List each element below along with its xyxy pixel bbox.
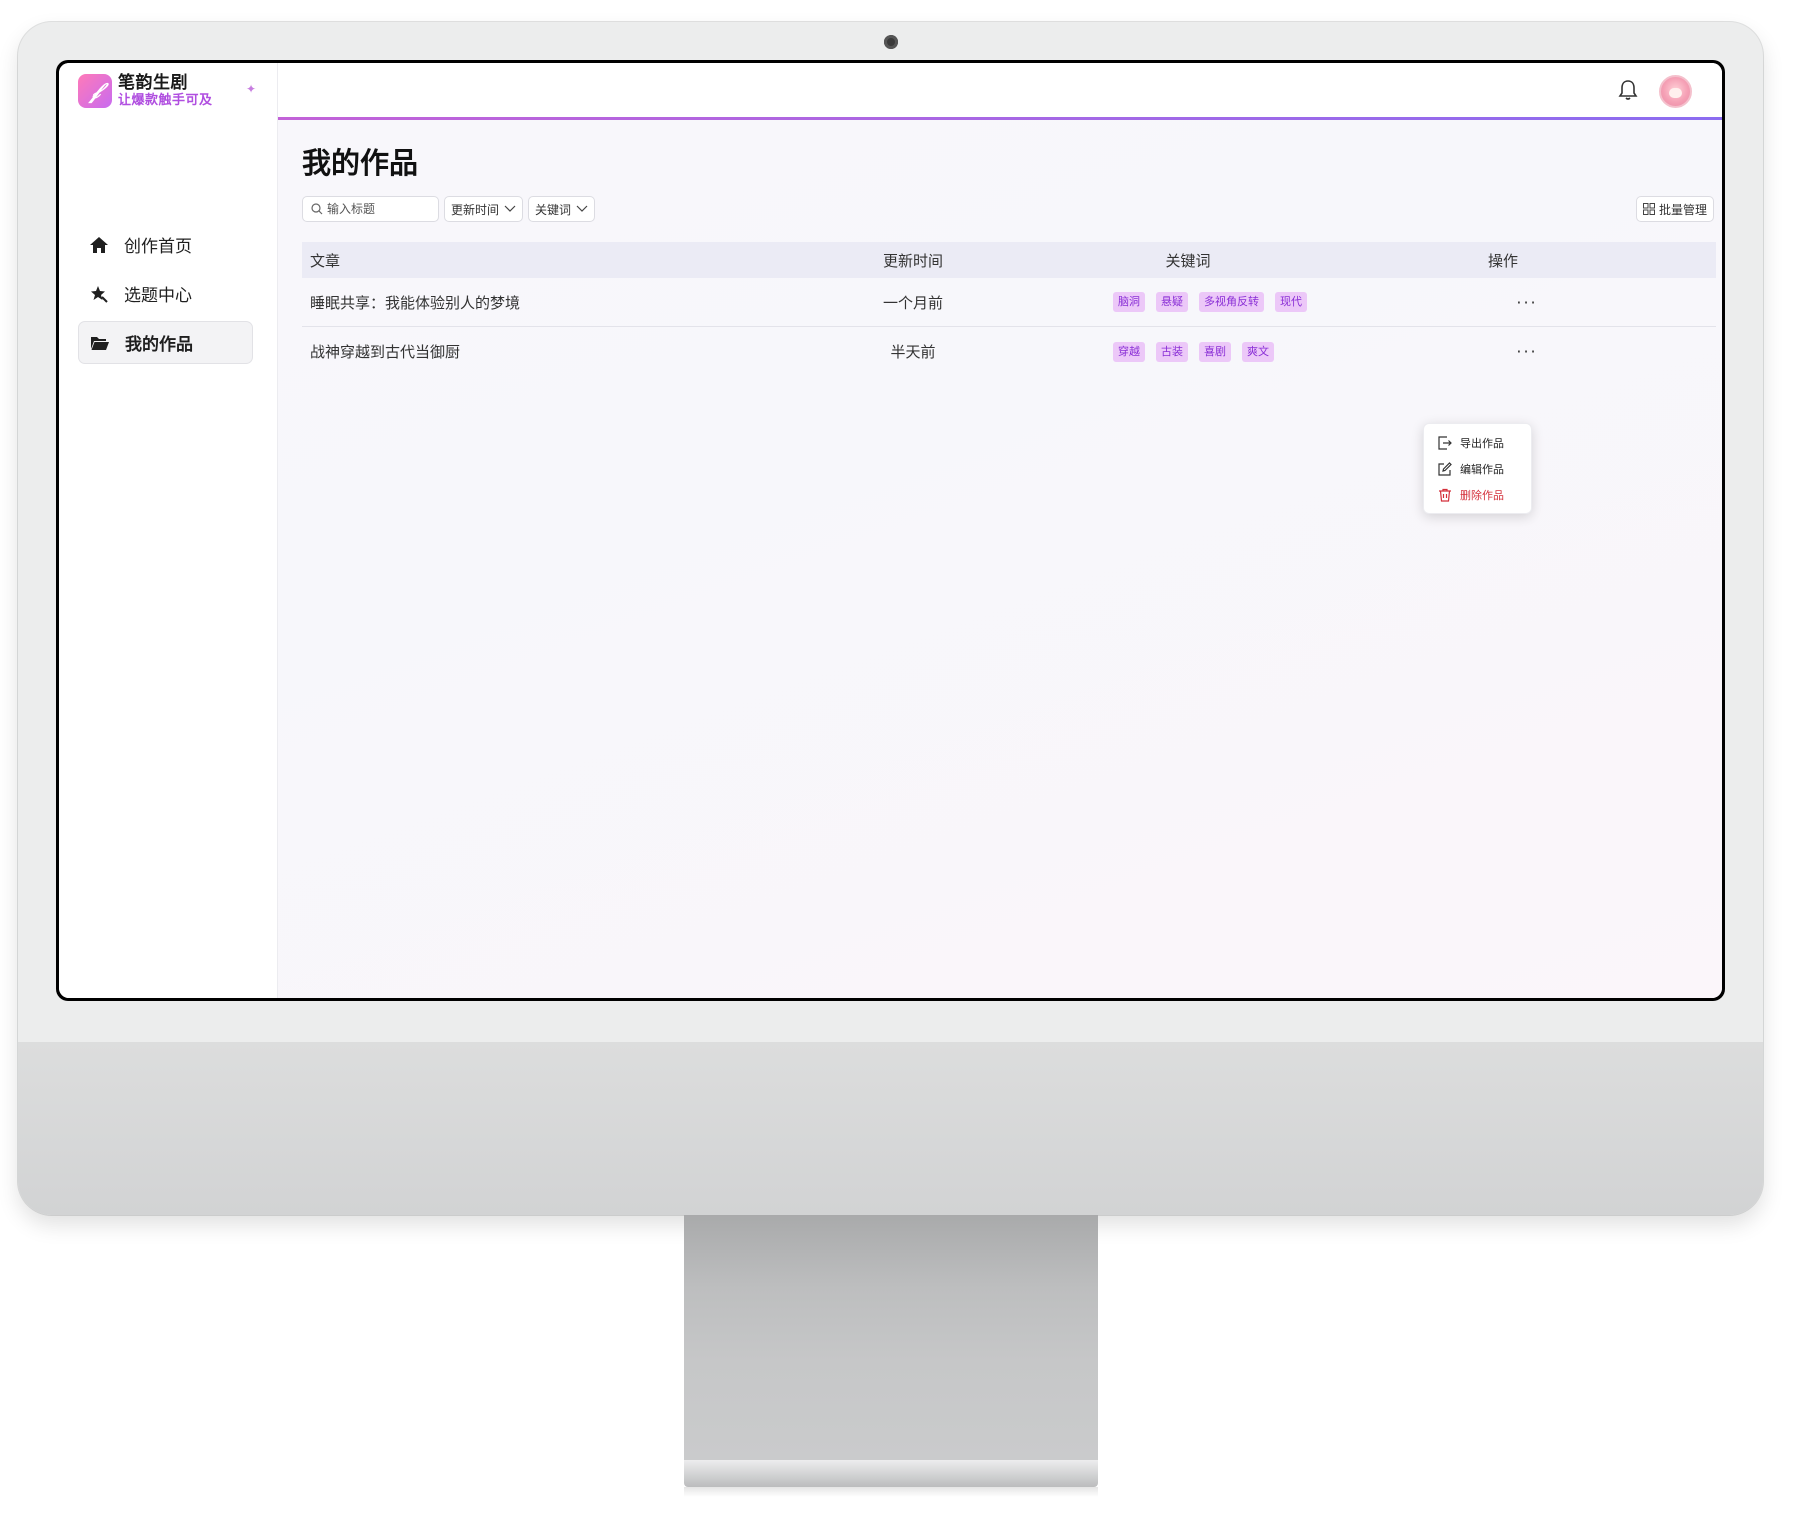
sidebar-item-label: 选题中心 (124, 286, 192, 306)
screen: 𝒻 笔韵生剧 让爆款触手可及 ✦ 创作首页 选题中心 我的作品 我的作品 输入标… (56, 60, 1725, 1001)
column-header-title[interactable]: 文章 (302, 250, 842, 271)
keyword-tag[interactable]: 穿越 (1113, 341, 1145, 362)
works-table: 文章 更新时间 关键词 操作 睡眠共享：我能体验别人的梦境 一个月前 脑洞 悬疑… (302, 242, 1716, 376)
keyword-tag[interactable]: 脑洞 (1113, 292, 1145, 312)
camera-dot (884, 35, 898, 49)
column-header-actions: 操作 (1487, 251, 1518, 270)
home-icon (88, 235, 110, 255)
sparkle-icon: ✦ (246, 82, 257, 96)
menu-item-delete[interactable]: 删除作品 (1424, 482, 1531, 508)
filter-bar: 更新时间 关键词 (302, 196, 596, 222)
column-header-time[interactable]: 更新时间 (843, 250, 983, 271)
work-title[interactable]: 睡眠共享：我能体验别人的梦境 (302, 292, 842, 313)
keyword-dropdown[interactable]: 关键词 (528, 196, 596, 222)
sidebar-item-topics[interactable]: 选题中心 (78, 272, 253, 315)
search-icon (311, 203, 323, 215)
top-bar (278, 63, 1722, 120)
chevron-down-icon (576, 205, 588, 212)
monitor-stand (684, 1215, 1098, 1460)
monitor-stand-foot (684, 1460, 1098, 1487)
menu-item-export[interactable]: 导出作品 (1424, 430, 1531, 456)
sidebar-item-home[interactable]: 创作首页 (78, 223, 253, 266)
work-updated-time: 一个月前 (882, 293, 943, 312)
table-row[interactable]: 战神穿越到古代当御厨 半天前 穿越 古装 喜剧 爽文 ··· (302, 327, 1716, 376)
keyword-tag[interactable]: 现代 (1275, 292, 1307, 312)
brand-name: 笔韵生剧 (118, 73, 188, 93)
monitor-chin (18, 1042, 1763, 1215)
brand-slogan: 让爆款触手可及 (118, 93, 213, 108)
folder-open-icon (89, 333, 111, 353)
keyword-tag[interactable]: 古装 (1156, 341, 1188, 362)
export-icon (1438, 436, 1452, 450)
sidebar-item-label: 创作首页 (124, 237, 192, 257)
keyword-tag[interactable]: 多视角反转 (1199, 292, 1264, 312)
chevron-down-icon (504, 205, 516, 212)
logo[interactable]: 𝒻 笔韵生剧 让爆款触手可及 ✦ (78, 73, 256, 108)
sidebar-item-my-works[interactable]: 我的作品 (78, 321, 253, 364)
table-header: 文章 更新时间 关键词 操作 (302, 242, 1716, 278)
work-updated-time: 半天前 (890, 343, 936, 361)
page-title: 我的作品 (302, 146, 419, 180)
edit-icon (1438, 462, 1452, 476)
trash-icon (1439, 488, 1451, 502)
more-actions-button[interactable]: ··· (1516, 342, 1537, 361)
table-row[interactable]: 睡眠共享：我能体验别人的梦境 一个月前 脑洞 悬疑 多视角反转 现代 ··· (302, 278, 1716, 327)
sort-dropdown[interactable]: 更新时间 (444, 196, 524, 222)
search-input[interactable] (302, 196, 439, 222)
work-keywords: 脑洞 悬疑 多视角反转 现代 (983, 292, 1383, 312)
batch-manage-button[interactable]: 批量管理 (1635, 196, 1714, 222)
keyword-tag[interactable]: 喜剧 (1199, 341, 1231, 362)
app-window: 𝒻 笔韵生剧 让爆款触手可及 ✦ 创作首页 选题中心 我的作品 我的作品 输入标… (59, 63, 1722, 998)
work-title[interactable]: 战神穿越到古代当御厨 (302, 341, 842, 362)
keyword-tag[interactable]: 悬疑 (1156, 292, 1188, 312)
grid-icon (1642, 203, 1655, 215)
column-header-keywords[interactable]: 关键词 (1013, 250, 1363, 271)
menu-item-edit[interactable]: 编辑作品 (1424, 456, 1531, 482)
keyword-tag[interactable]: 爽文 (1242, 341, 1274, 362)
bell-icon[interactable] (1618, 79, 1638, 105)
stand-shadow (684, 1487, 1098, 1497)
context-menu: 导出作品 编辑作品 删除作品 (1423, 423, 1532, 514)
sidebar-nav: 创作首页 选题中心 我的作品 (78, 223, 253, 370)
more-actions-button[interactable]: ··· (1516, 293, 1537, 312)
logo-mark: 𝒻 (78, 74, 112, 108)
sidebar: 𝒻 笔韵生剧 让爆款触手可及 ✦ 创作首页 选题中心 我的作品 (59, 63, 278, 998)
main-content: 我的作品 更新时间 关键词 批量管理 (278, 63, 1722, 998)
star-pin-icon (88, 284, 110, 304)
work-keywords: 穿越 古装 喜剧 爽文 (983, 341, 1383, 362)
sidebar-item-label: 我的作品 (125, 335, 193, 355)
search-field[interactable] (327, 202, 427, 216)
avatar[interactable] (1659, 75, 1692, 108)
